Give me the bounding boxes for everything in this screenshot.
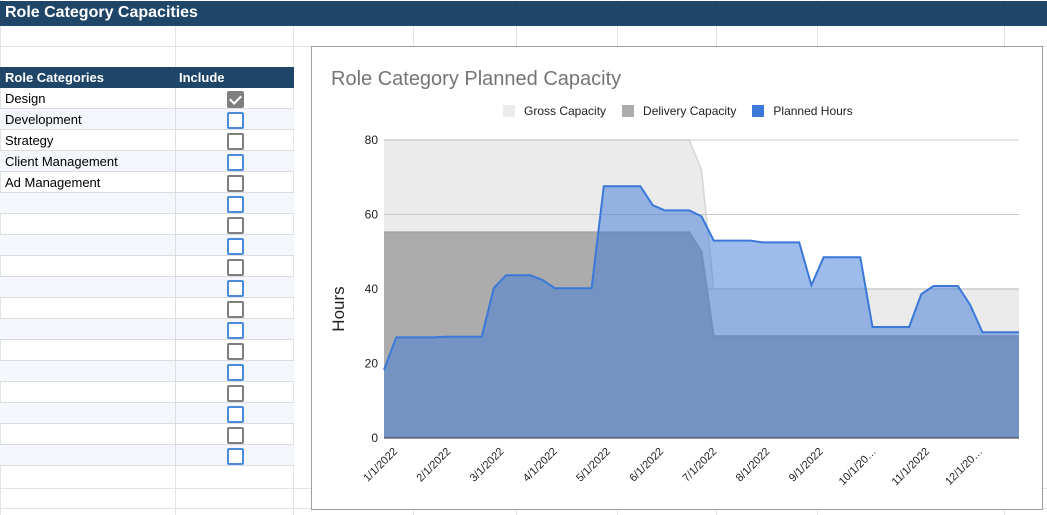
x-tick-label: 4/1/2022 xyxy=(521,446,560,485)
cell-divider xyxy=(175,172,176,193)
cell-divider xyxy=(175,424,176,445)
cell-divider xyxy=(175,88,176,109)
table-row xyxy=(0,382,294,403)
include-checkbox[interactable] xyxy=(227,259,244,276)
include-checkbox[interactable] xyxy=(227,385,244,402)
include-checkbox[interactable] xyxy=(227,196,244,213)
table-row xyxy=(0,214,294,235)
role-category-name[interactable]: Design xyxy=(5,91,45,106)
table-row: Client Management xyxy=(0,151,294,172)
cell-divider xyxy=(175,361,176,382)
table-row: Design xyxy=(0,88,294,109)
cell-divider xyxy=(175,403,176,424)
table-row xyxy=(0,403,294,424)
include-checkbox[interactable] xyxy=(227,448,244,465)
cell-divider xyxy=(175,151,176,172)
cell-divider xyxy=(175,298,176,319)
table-row: Strategy xyxy=(0,130,294,151)
header-include: Include xyxy=(179,70,225,85)
cell-divider xyxy=(175,235,176,256)
cell-divider xyxy=(175,340,176,361)
include-checkbox[interactable] xyxy=(227,343,244,360)
y-tick-label: 0 xyxy=(371,431,378,445)
role-categories-table: Role Categories Include Design Developmen… xyxy=(0,67,294,466)
include-checkbox[interactable] xyxy=(227,322,244,339)
include-checkbox[interactable] xyxy=(227,364,244,381)
cell-divider xyxy=(175,382,176,403)
table-row xyxy=(0,256,294,277)
table-row xyxy=(0,298,294,319)
include-checkbox[interactable] xyxy=(227,133,244,150)
role-category-name[interactable]: Strategy xyxy=(5,133,53,148)
role-category-name[interactable]: Development xyxy=(5,112,82,127)
table-row: Ad Management xyxy=(0,172,294,193)
cell-divider xyxy=(175,277,176,298)
table-row xyxy=(0,445,294,466)
chart-container[interactable]: Role Category Planned Capacity Gross Cap… xyxy=(311,46,1043,510)
x-tick-label: 6/1/2022 xyxy=(627,446,666,485)
x-tick-label: 3/1/2022 xyxy=(468,446,507,485)
x-tick-label: 11/1/20​22 xyxy=(890,446,933,489)
include-checkbox[interactable] xyxy=(227,406,244,423)
x-tick-label: 5/1/2022 xyxy=(574,446,613,485)
x-tick-label: 1/1/2022 xyxy=(361,446,400,485)
sheet-title-bar: Role Category Capacities xyxy=(0,1,1047,26)
x-tick-label: 7/1/2022 xyxy=(681,446,720,485)
chart-plot: 0 20 40 60 80 1/1/2022 2/1/2022 3/1/2022 4/1/202… xyxy=(329,133,1019,489)
include-checkbox[interactable] xyxy=(227,112,244,129)
y-tick-label: 40 xyxy=(365,282,379,296)
include-checkbox[interactable] xyxy=(227,238,244,255)
table-row xyxy=(0,340,294,361)
role-category-name[interactable]: Client Management xyxy=(5,154,118,169)
cell-divider xyxy=(175,109,176,130)
cell-divider xyxy=(175,130,176,151)
include-checkbox[interactable] xyxy=(227,301,244,318)
x-tick-label: 9/1/2022 xyxy=(787,446,826,485)
table-header: Role Categories Include xyxy=(0,67,294,88)
y-axis-label: Hours xyxy=(329,286,348,331)
include-checkbox[interactable] xyxy=(227,427,244,444)
cell-divider xyxy=(175,319,176,340)
header-role-categories: Role Categories xyxy=(5,70,104,85)
x-tick-label: 12/1/20… xyxy=(943,446,985,488)
role-category-name[interactable]: Ad Management xyxy=(5,175,100,190)
y-tick-label: 60 xyxy=(365,208,379,222)
table-row xyxy=(0,361,294,382)
table-row xyxy=(0,235,294,256)
y-tick-label: 20 xyxy=(365,357,379,371)
cell-divider xyxy=(175,256,176,277)
cell-divider xyxy=(175,445,176,466)
table-row: Development xyxy=(0,109,294,130)
include-checkbox[interactable] xyxy=(227,217,244,234)
cell-divider xyxy=(175,193,176,214)
include-checkbox[interactable] xyxy=(227,154,244,171)
x-tick-label: 10/1/20… xyxy=(837,446,879,488)
table-row xyxy=(0,319,294,340)
table-row xyxy=(0,193,294,214)
x-tick-label: 2/1/2022 xyxy=(415,446,454,485)
table-row xyxy=(0,277,294,298)
sheet-title: Role Category Capacities xyxy=(5,4,198,21)
include-checkbox[interactable] xyxy=(227,175,244,192)
x-tick-label: 8/1/2022 xyxy=(734,446,773,485)
include-checkbox[interactable] xyxy=(227,280,244,297)
include-checkbox[interactable] xyxy=(227,91,244,108)
y-tick-label: 80 xyxy=(365,133,379,147)
cell-divider xyxy=(175,214,176,235)
table-row xyxy=(0,424,294,445)
